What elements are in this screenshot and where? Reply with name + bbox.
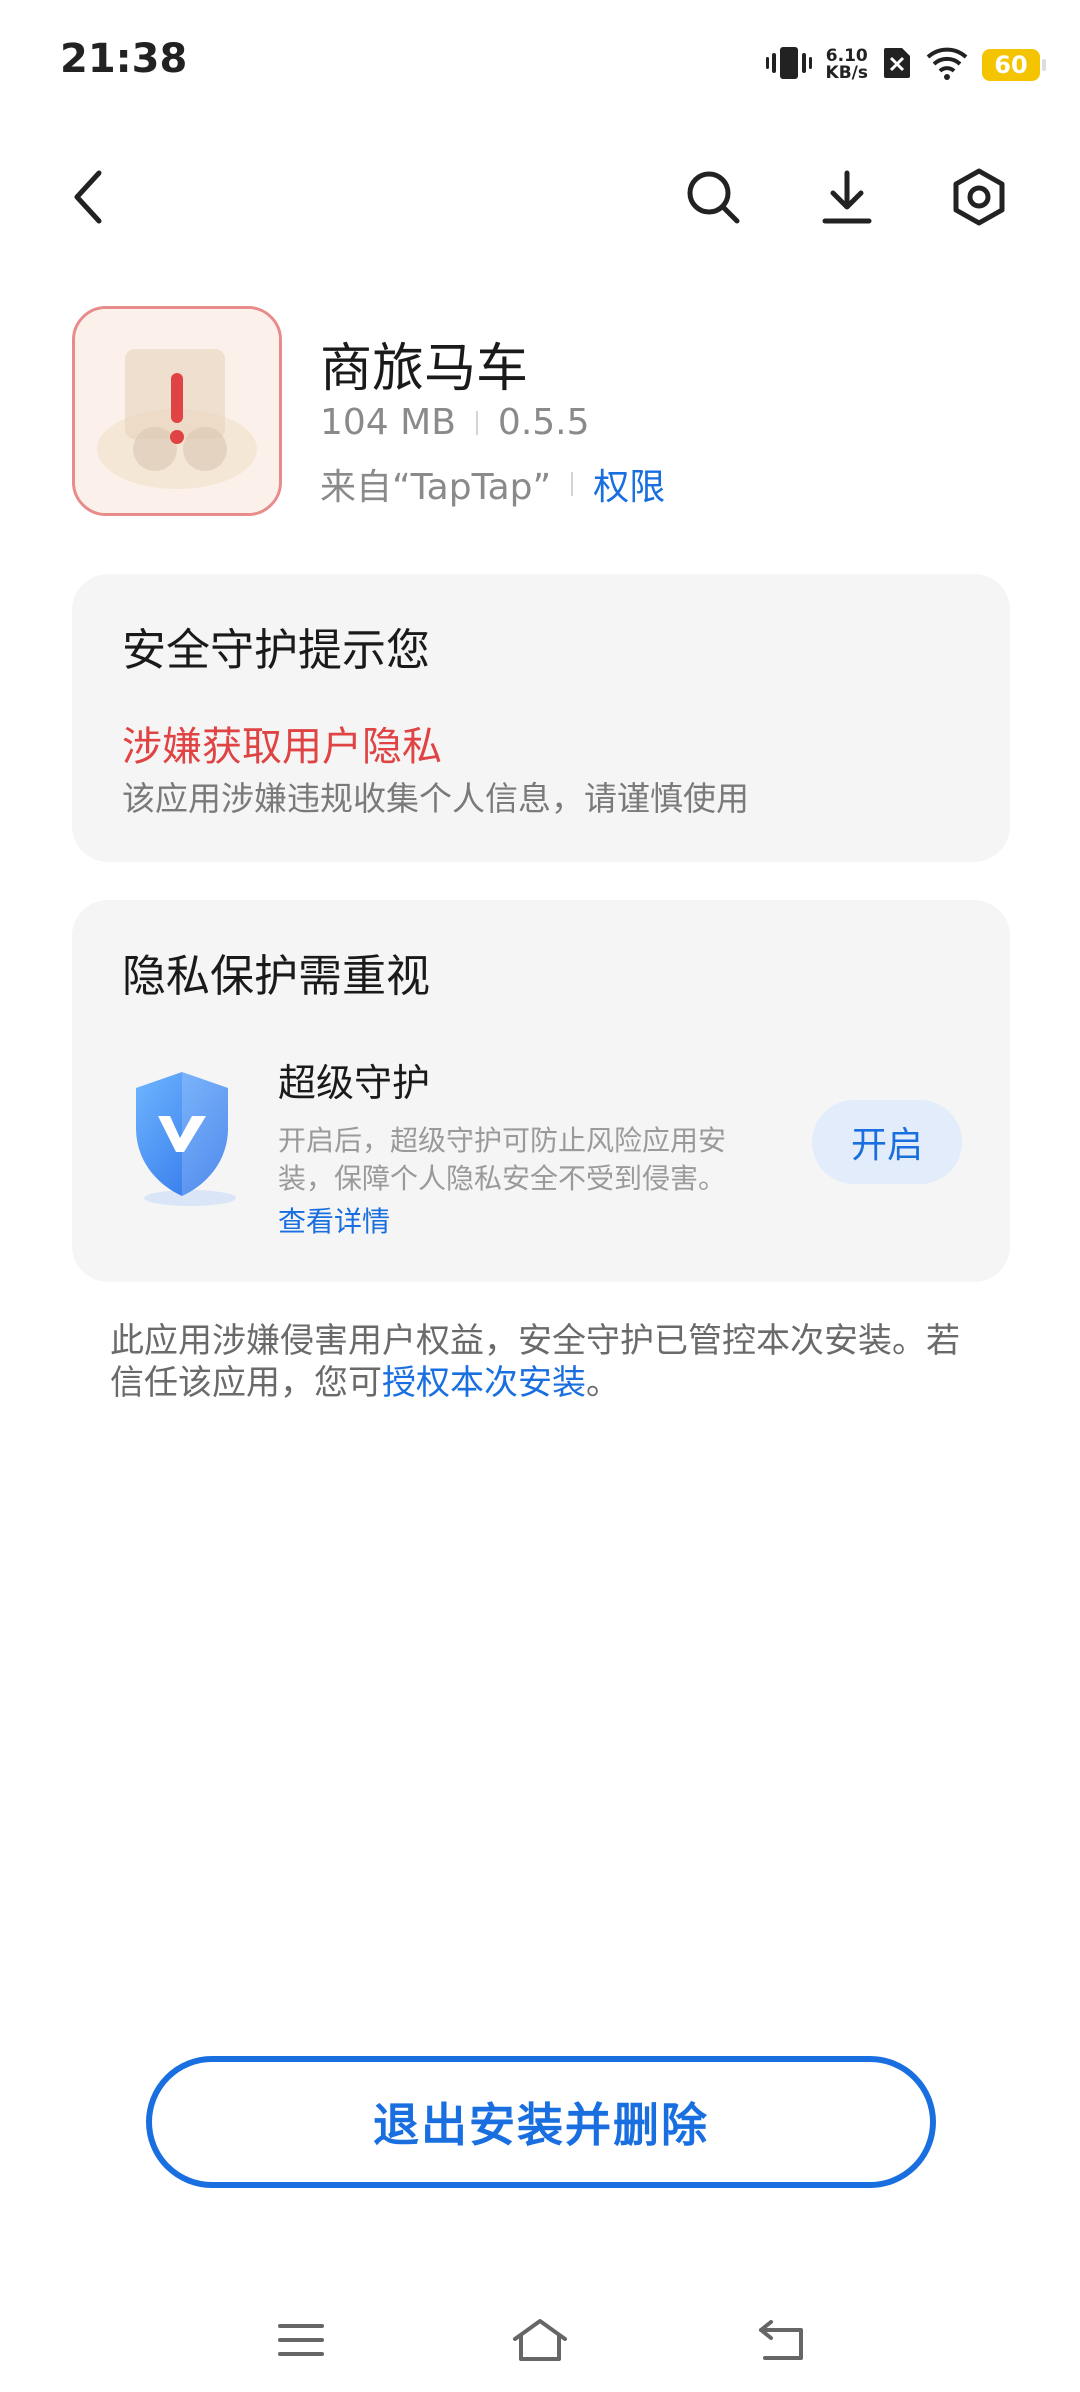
app-source: 来自“TapTap” — [320, 467, 552, 508]
permissions-link[interactable]: 权限 — [593, 458, 665, 510]
super-protection-description: 开启后，超级守护可防止风险应用安装，保障个人隐私安全不受到侵害。 — [278, 1124, 727, 1195]
no-sim-icon — [882, 46, 912, 84]
home-nav-icon[interactable] — [510, 2310, 570, 2370]
status-time: 21:38 — [60, 36, 188, 82]
app-source-row: 来自“TapTap” 权限 — [320, 458, 665, 510]
view-details-link[interactable]: 查看详情 — [278, 1200, 390, 1240]
risk-title: 涉嫌获取用户隐私 — [122, 724, 442, 770]
app-meta: 104 MB 0.5.5 — [320, 402, 590, 443]
menu-nav-icon[interactable] — [271, 2310, 331, 2370]
search-icon[interactable] — [678, 162, 748, 232]
shield-icon — [120, 1060, 250, 1210]
battery-icon: 60 — [982, 49, 1046, 81]
super-protection-title: 超级守护 — [278, 1061, 431, 1105]
security-card-title: 安全守护提示您 — [122, 625, 430, 676]
download-icon[interactable] — [812, 162, 882, 232]
net-speed-unit: KB/s — [825, 63, 868, 83]
risk-description: 该应用涉嫌违规收集个人信息，请谨慎使用 — [122, 779, 749, 818]
vibrate-icon — [765, 43, 812, 87]
app-version: 0.5.5 — [497, 402, 590, 443]
app-name: 商旅马车 — [320, 339, 529, 399]
back-icon[interactable] — [54, 162, 124, 232]
app-size: 104 MB — [320, 402, 456, 443]
divider — [571, 472, 574, 496]
install-notice: 此应用涉嫌侵害用户权益，安全守护已管控本次安装。若信任该应用，您可授权本次安装。 — [110, 1320, 990, 1404]
divider — [475, 410, 478, 435]
exit-and-delete-button[interactable]: 退出安装并删除 — [146, 2056, 936, 2188]
authorize-install-link[interactable]: 授权本次安装 — [382, 1363, 586, 1403]
privacy-card-title: 隐私保护需重视 — [122, 951, 430, 1002]
wifi-icon — [926, 46, 968, 84]
privacy-card: 隐私保护需重视 超级守护 开启后，超级守护可防止风险应用安装，保障个人隐私安全不… — [72, 900, 1010, 1282]
net-speed: 6.10 KB/s — [826, 48, 868, 82]
app-icon — [72, 306, 282, 516]
status-icons: 6.10 KB/s 60 — [765, 40, 1046, 90]
notice-text-end: 。 — [586, 1363, 620, 1403]
back-nav-icon[interactable] — [752, 2310, 812, 2370]
security-warning-card: 安全守护提示您 涉嫌获取用户隐私 该应用涉嫌违规收集个人信息，请谨慎使用 — [72, 574, 1010, 862]
enable-button[interactable]: 开启 — [812, 1100, 962, 1184]
settings-icon[interactable] — [944, 162, 1014, 232]
